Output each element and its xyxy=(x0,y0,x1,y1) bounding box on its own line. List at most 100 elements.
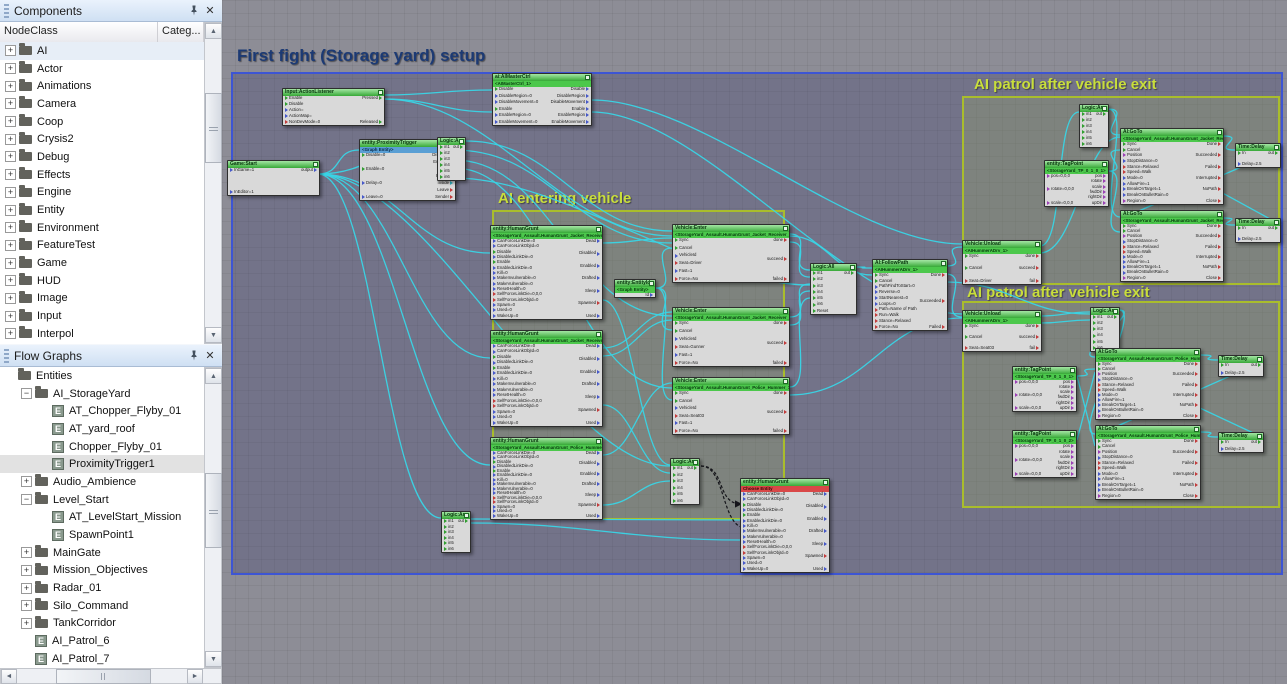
input-port-arrow[interactable] xyxy=(813,271,816,275)
output-port-arrow[interactable] xyxy=(1195,472,1198,476)
input-port-arrow[interactable] xyxy=(493,287,496,291)
input-port-arrow[interactable] xyxy=(230,190,233,194)
output-port-arrow[interactable] xyxy=(597,357,600,361)
output-port-arrow[interactable] xyxy=(1036,346,1039,350)
expand-plus-icon[interactable]: + xyxy=(21,583,32,594)
node-entity-id[interactable]: entity:EntityId<Graph Entity>Id xyxy=(614,279,656,298)
input-port-arrow[interactable] xyxy=(675,238,678,242)
output-port-arrow[interactable] xyxy=(597,239,600,243)
node-input-action-listener[interactable]: Input:ActionListenerEnableDisableAction=… xyxy=(282,88,385,126)
node-collapse-icon[interactable] xyxy=(464,513,469,518)
expand-plus-icon[interactable]: + xyxy=(5,187,16,198)
output-port-arrow[interactable] xyxy=(1218,142,1221,146)
output-port-arrow[interactable] xyxy=(1275,151,1278,155)
scroll-down-arrow-icon[interactable]: ▼ xyxy=(205,327,222,343)
expand-plus-icon[interactable]: + xyxy=(5,258,16,269)
expand-plus-icon[interactable]: + xyxy=(5,328,16,339)
node-logic-any-3[interactable]: Logic:Anyin1in2in3in4in5in6out xyxy=(441,511,471,553)
tree-item-ai_storageyard[interactable]: −AI_StorageYard xyxy=(0,385,204,403)
input-port-arrow[interactable] xyxy=(965,346,968,350)
node-ai-goto-2[interactable]: AI:GoTo<StorageYard_Assault.HumanGrunt_J… xyxy=(1120,210,1224,282)
output-port-arrow[interactable] xyxy=(1195,461,1198,465)
output-port-arrow[interactable] xyxy=(1036,266,1039,270)
node-title-bar[interactable]: Vehicle:Unload xyxy=(963,241,1041,248)
output-port-arrow[interactable] xyxy=(450,195,453,199)
input-port-arrow[interactable] xyxy=(1238,151,1241,155)
node-title-bar[interactable]: entity:TagPoint xyxy=(1013,431,1076,438)
output-port-arrow[interactable] xyxy=(1071,390,1074,394)
tree-item-image[interactable]: +Image xyxy=(0,290,204,308)
input-port-arrow[interactable] xyxy=(875,296,878,300)
input-port-arrow[interactable] xyxy=(1123,170,1126,174)
tree-item-tankcorridor[interactable]: +TankCorridor xyxy=(0,615,204,633)
input-port-arrow[interactable] xyxy=(965,266,968,270)
output-port-arrow[interactable] xyxy=(1218,265,1221,269)
pin-icon[interactable] xyxy=(186,3,202,19)
output-port-arrow[interactable] xyxy=(1195,362,1198,366)
input-port-arrow[interactable] xyxy=(965,324,968,328)
output-port-arrow[interactable] xyxy=(784,410,787,414)
input-port-arrow[interactable] xyxy=(1221,363,1224,367)
output-port-arrow[interactable] xyxy=(1103,174,1106,178)
input-port-arrow[interactable] xyxy=(493,344,496,348)
output-port-arrow[interactable] xyxy=(1071,466,1074,470)
output-port-arrow[interactable] xyxy=(586,94,589,98)
input-port-arrow[interactable] xyxy=(495,87,498,91)
node-collapse-icon[interactable] xyxy=(1070,368,1075,373)
node-collapse-icon[interactable] xyxy=(693,460,698,465)
input-port-arrow[interactable] xyxy=(675,361,678,365)
input-port-arrow[interactable] xyxy=(1015,458,1018,462)
input-port-arrow[interactable] xyxy=(1123,142,1126,146)
output-port-arrow[interactable] xyxy=(784,341,787,345)
input-port-arrow[interactable] xyxy=(1123,234,1126,238)
node-vehicle-enter-1[interactable]: Vehicle:Enter<StorageYard_Assault.HumanG… xyxy=(672,224,790,283)
node-grunt-receiver-1[interactable]: entity:HumanGrunt<StorageYard_Assault.Hu… xyxy=(490,225,603,320)
output-port-arrow[interactable] xyxy=(1103,195,1106,199)
input-port-arrow[interactable] xyxy=(1221,371,1224,375)
comment-title-2[interactable]: AI patrol after vehicle exit xyxy=(974,76,1157,93)
input-port-arrow[interactable] xyxy=(675,261,678,265)
output-port-arrow[interactable] xyxy=(586,120,589,124)
input-port-arrow[interactable] xyxy=(1098,461,1101,465)
output-port-arrow[interactable] xyxy=(1071,444,1074,448)
node-title-bar[interactable]: Logic:Any xyxy=(442,512,470,519)
scroll-left-arrow-icon[interactable]: ◄ xyxy=(1,669,17,684)
node-title-bar[interactable]: AI:FollowPath xyxy=(873,260,947,267)
output-port-arrow[interactable] xyxy=(694,466,697,470)
input-port-arrow[interactable] xyxy=(444,519,447,523)
input-port-arrow[interactable] xyxy=(1082,142,1085,146)
output-port-arrow[interactable] xyxy=(1218,276,1221,280)
input-port-arrow[interactable] xyxy=(493,393,496,397)
input-port-arrow[interactable] xyxy=(493,399,496,403)
input-port-arrow[interactable] xyxy=(493,250,496,254)
input-port-arrow[interactable] xyxy=(1098,378,1101,382)
node-ai-goto-1[interactable]: AI:GoTo<StorageYard_Assault.HumanGrunt_J… xyxy=(1120,128,1224,205)
output-port-arrow[interactable] xyxy=(597,482,600,486)
input-port-arrow[interactable] xyxy=(285,120,288,124)
input-port-arrow[interactable] xyxy=(743,497,746,501)
node-collapse-icon[interactable] xyxy=(1035,312,1040,317)
input-port-arrow[interactable] xyxy=(493,303,496,307)
output-port-arrow[interactable] xyxy=(379,120,382,124)
output-port-arrow[interactable] xyxy=(1218,176,1221,180)
input-port-arrow[interactable] xyxy=(1123,153,1126,157)
column-nodeclass[interactable]: NodeClass xyxy=(0,22,158,42)
input-port-arrow[interactable] xyxy=(675,353,678,357)
expand-plus-icon[interactable]: + xyxy=(5,45,16,56)
input-port-arrow[interactable] xyxy=(444,541,447,545)
input-port-arrow[interactable] xyxy=(493,410,496,414)
tree-item-game[interactable]: +Game xyxy=(0,254,204,272)
input-port-arrow[interactable] xyxy=(493,366,496,370)
node-collapse-icon[interactable] xyxy=(783,226,788,231)
input-port-arrow[interactable] xyxy=(743,524,746,528)
output-port-arrow[interactable] xyxy=(597,493,600,497)
input-port-arrow[interactable] xyxy=(285,114,288,118)
output-port-arrow[interactable] xyxy=(824,554,827,558)
input-port-arrow[interactable] xyxy=(1098,472,1101,476)
input-port-arrow[interactable] xyxy=(1123,199,1126,203)
output-port-arrow[interactable] xyxy=(824,492,827,496)
input-port-arrow[interactable] xyxy=(1098,393,1101,397)
input-port-arrow[interactable] xyxy=(675,337,678,341)
output-port-arrow[interactable] xyxy=(597,421,600,425)
output-port-arrow[interactable] xyxy=(1218,165,1221,169)
